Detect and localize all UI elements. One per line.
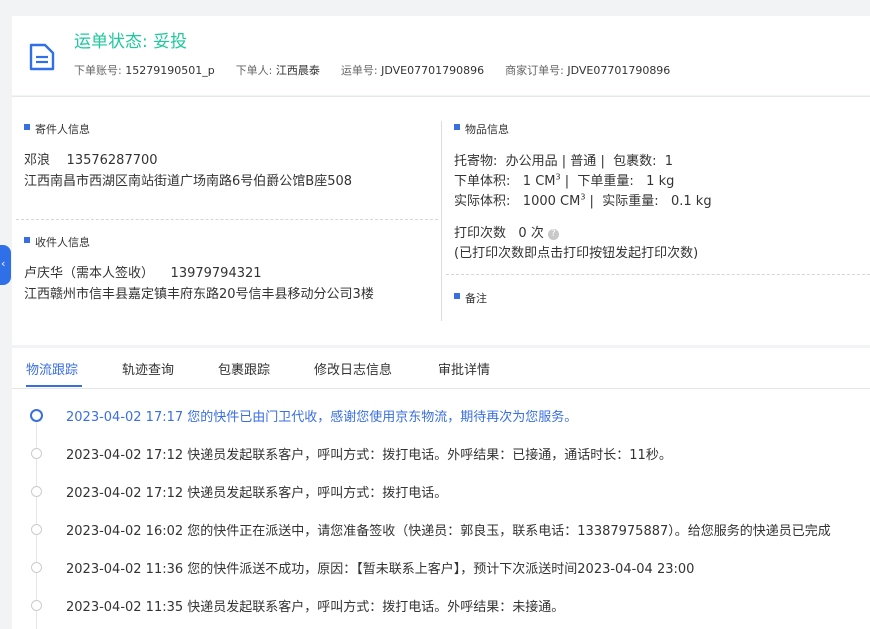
tab-modification-log[interactable]: 修改日志信息	[314, 359, 392, 378]
header-card: 运单状态: 妥投 下单账号: 15279190501_p 下单人: 江西晨泰 运…	[12, 16, 870, 95]
order-volume-row: 下单体积: 1 CM3 | 下单重量: 1 kg	[454, 172, 675, 189]
tab-approval-details[interactable]: 审批详情	[438, 359, 490, 378]
active-tab-indicator	[26, 385, 82, 387]
waybill-status-title: 运单状态: 妥投	[74, 32, 188, 52]
timeline-text: 2023-04-02 17:17 您的快件已由门卫代收，感谢您使用京东物流，期待…	[66, 410, 578, 425]
timeline-text: 2023-04-02 11:36 您的快件派送不成功，原因：【暂未联系上客户】，…	[66, 562, 695, 577]
tab-logistics-tracking[interactable]: 物流跟踪	[26, 359, 78, 378]
print-count-value: 0 次	[518, 226, 544, 241]
merchant-order-value: JDVE07701790896	[567, 64, 671, 77]
timeline-dot	[31, 486, 42, 497]
timeline-dot	[31, 600, 42, 611]
tracking-card: 物流跟踪 轨迹查询 包裹跟踪 修改日志信息 审批详情 2023-04-02 17…	[12, 348, 870, 629]
timeline-dot	[31, 524, 42, 535]
goods-label: 托寄物:	[454, 154, 498, 169]
receiver-name-phone: 卢庆华（需本人签收） 13979794321	[24, 262, 262, 281]
timeline-item: 2023-04-02 16:02 您的快件正在派送中，请您准备签收（快递员：郭良…	[12, 520, 870, 540]
sender-section-title: 寄件人信息	[24, 121, 90, 137]
timeline-text: 2023-04-02 17:12 快递员发起联系客户，呼叫方式：拨打电话。外呼结…	[66, 448, 672, 463]
column-divider	[441, 121, 442, 321]
timeline-item: 2023-04-02 17:12 快递员发起联系客户，呼叫方式：拨打电话。	[12, 482, 870, 502]
goods-section-title: 物品信息	[454, 121, 509, 137]
order-volume-label: 下单体积:	[454, 174, 511, 189]
chevron-left-icon: ‹	[1, 257, 6, 270]
actual-weight-value: 0.1 kg	[670, 194, 712, 209]
tab-package-tracking[interactable]: 包裹跟踪	[218, 359, 270, 378]
placer-value: 江西晨泰	[275, 64, 320, 77]
print-count-row: 打印次数 0 次?	[454, 222, 559, 241]
merchant-order-label: 商家订单号:	[505, 64, 564, 77]
account-value: 15279190501_p	[125, 64, 215, 77]
receiver-address: 江西赣州市信丰县嘉定镇丰府东路20号信丰县移动分公司3楼	[24, 287, 374, 302]
side-collapse-handle[interactable]: ‹	[0, 245, 11, 285]
tab-bar: 物流跟踪 轨迹查询 包裹跟踪 修改日志信息 审批详情	[12, 348, 870, 389]
print-note: (已打印次数即点击打印按钮发起打印次数)	[454, 246, 699, 261]
timeline-text: 2023-04-02 11:35 快递员发起联系客户，呼叫方式：拨打电话。外呼结…	[66, 600, 565, 615]
order-weight-label: 下单重量:	[577, 174, 634, 189]
sender-phone: 13576287700	[66, 153, 158, 168]
receiver-phone: 13979794321	[170, 266, 262, 281]
order-volume-value: 1 CM	[522, 174, 556, 189]
sender-address: 江西南昌市西湖区南站街道广场南路6号伯爵公馆B座508	[24, 174, 353, 189]
info-card: 寄件人信息 邓浪 13576287700 江西南昌市西湖区南站街道广场南路6号伯…	[12, 96, 870, 345]
timeline-dot-active	[30, 409, 43, 422]
remark-section-title: 备注	[454, 290, 487, 306]
actual-volume-row: 实际体积: 1000 CM3 | 实际重量: 0.1 kg	[454, 192, 712, 209]
waybill-meta-row: 下单账号: 15279190501_p 下单人: 江西晨泰 运单号: JDVE0…	[74, 62, 670, 78]
actual-volume-value: 1000 CM	[522, 194, 581, 209]
placer-label: 下单人:	[235, 64, 273, 77]
divider	[16, 219, 438, 220]
actual-volume-label: 实际体积:	[454, 194, 511, 209]
timeline-text: 2023-04-02 17:12 快递员发起联系客户，呼叫方式：拨打电话。	[66, 486, 448, 501]
print-count-label: 打印次数	[454, 226, 507, 241]
actual-weight-label: 实际重量:	[602, 194, 659, 209]
question-icon[interactable]: ?	[547, 229, 559, 240]
divider	[446, 274, 870, 275]
timeline-item: 2023-04-02 11:36 您的快件派送不成功，原因：【暂未联系上客户】，…	[12, 558, 870, 578]
tab-trajectory-query[interactable]: 轨迹查询	[122, 359, 174, 378]
goods-value: 办公用品 | 普通	[505, 154, 597, 169]
waybill-label: 运单号:	[340, 64, 378, 77]
timeline-dot	[31, 562, 42, 573]
timeline-text: 2023-04-02 16:02 您的快件正在派送中，请您准备签收（快递员：郭良…	[66, 524, 831, 539]
package-count-value: 1	[664, 154, 674, 169]
package-count-label: 包裹数:	[613, 154, 657, 169]
sender-name-phone: 邓浪 13576287700	[24, 149, 158, 168]
timeline-item: 2023-04-02 17:12 快递员发起联系客户，呼叫方式：拨打电话。外呼结…	[12, 444, 870, 464]
order-weight-value: 1 kg	[646, 174, 675, 189]
account-label: 下单账号:	[74, 64, 122, 77]
sender-name: 邓浪	[24, 153, 51, 168]
timeline-item: 2023-04-02 17:17 您的快件已由门卫代收，感谢您使用京东物流，期待…	[12, 406, 870, 426]
goods-row: 托寄物: 办公用品 | 普通 | 包裹数: 1	[454, 154, 674, 169]
timeline-item: 2023-04-02 11:35 快递员发起联系客户，呼叫方式：拨打电话。外呼结…	[12, 596, 870, 616]
receiver-section-title: 收件人信息	[24, 234, 90, 250]
timeline-dot	[31, 448, 42, 459]
document-icon	[29, 43, 55, 71]
receiver-name: 卢庆华（需本人签收）	[24, 266, 155, 281]
waybill-value: JDVE07701790896	[381, 64, 485, 77]
